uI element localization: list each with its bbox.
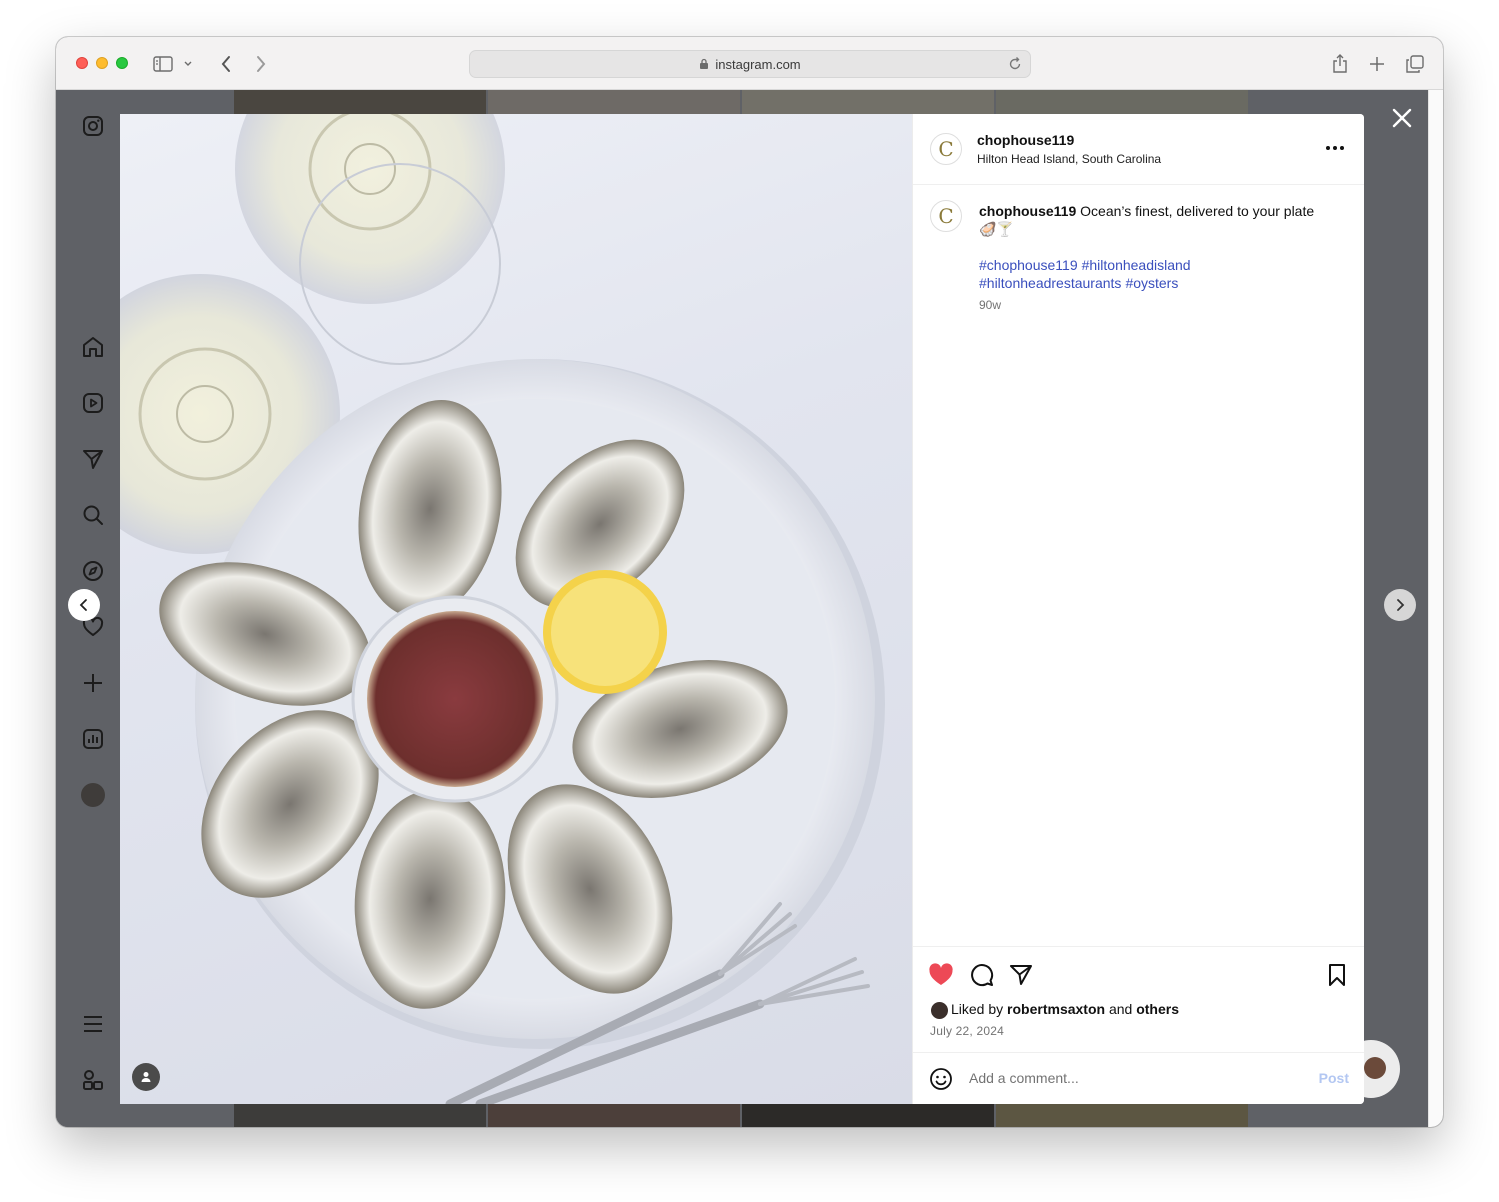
insights-icon[interactable] [80,726,106,752]
post-age[interactable]: 90w [979,298,1001,312]
hashtag-link[interactable]: #chophouse119 [979,257,1078,273]
tagged-people-icon[interactable] [132,1063,160,1091]
comment-row: Add a comment... Post [913,1052,1364,1104]
close-window-button[interactable] [76,57,88,69]
minimize-window-button[interactable] [96,57,108,69]
hashtag-link[interactable]: #hiltonheadrestaurants [979,275,1121,291]
caption-emoji: 🦪🍸 [979,221,1014,237]
hashtag-link[interactable]: #oysters [1125,275,1178,291]
chevron-down-icon[interactable] [180,51,196,77]
post-location[interactable]: Hilton Head Island, South Carolina [977,152,1161,166]
caption-text: Ocean’s finest, delivered to your plate [1080,203,1315,219]
hashtag-link[interactable]: #hiltonheadisland [1082,257,1191,273]
more-apps-icon[interactable] [80,1067,106,1093]
background-post-tile [488,90,740,114]
post-actions: Liked by robertmsaxton and others July 2… [913,946,1364,1104]
caption-author-avatar[interactable]: C [930,200,962,232]
explore-icon[interactable] [80,558,106,584]
reload-icon[interactable] [1008,56,1022,72]
browser-titlebar: instagram.com [56,37,1443,90]
likes-summary: Liked by robertmsaxton and others [951,1001,1179,1017]
profile-avatar[interactable] [80,782,106,808]
forward-icon[interactable] [248,51,274,77]
post-caption: chophouse119 Ocean’s finest, delivered t… [979,202,1339,238]
chevron-left-icon [79,599,87,611]
emoji-smiley-icon[interactable] [929,1067,953,1091]
browser-window: instagram.com C chophouse119 Hilton Head… [56,37,1443,1127]
post-date[interactable]: July 22, 2024 [930,1024,1004,1038]
like-heart-icon[interactable] [927,961,955,989]
previous-post-button[interactable] [68,589,100,621]
lock-icon [700,58,709,69]
zoom-window-button[interactable] [116,57,128,69]
post-photo [120,114,912,1104]
likes-others-link[interactable]: others [1136,1001,1179,1017]
next-post-button[interactable] [1384,589,1416,621]
save-bookmark-icon[interactable] [1323,961,1351,989]
avatar-letter: C [938,137,954,161]
likes-prefix: Liked by [951,1001,1004,1017]
page-scrollbar[interactable] [1428,90,1443,1127]
home-icon[interactable] [80,334,106,360]
post-hashtags: #chophouse119 #hiltonheadisland #hiltonhe… [979,256,1339,292]
instagram-logo-icon[interactable] [80,113,106,139]
instagram-page: C chophouse119 Hilton Head Island, South… [56,90,1428,1127]
post-details-panel: C chophouse119 Hilton Head Island, South… [912,114,1364,1104]
post-header: C chophouse119 Hilton Head Island, South… [913,114,1364,185]
background-post-tile [742,90,994,114]
author-avatar[interactable]: C [930,133,962,165]
share-icon[interactable] [1327,51,1353,77]
new-tab-icon[interactable] [1364,51,1390,77]
more-options-icon[interactable] [1323,138,1347,158]
url-text: instagram.com [715,56,801,72]
tab-overview-icon[interactable] [1402,51,1428,77]
post-modal: C chophouse119 Hilton Head Island, South… [120,114,1364,1104]
liker-avatar[interactable] [930,1001,949,1020]
close-modal-icon[interactable] [1390,106,1414,130]
direct-messages-icon[interactable] [80,446,106,472]
menu-icon[interactable] [80,1011,106,1037]
background-post-tile [742,1104,994,1127]
comment-icon[interactable] [968,961,996,989]
create-plus-icon[interactable] [80,670,106,696]
caption-username[interactable]: chophouse119 [979,203,1076,219]
likes-and: and [1108,1001,1133,1017]
address-bar[interactable]: instagram.com [469,50,1031,78]
avatar-letter: C [938,204,954,228]
background-post-tile [996,1104,1248,1127]
liker-username[interactable]: robertmsaxton [1007,1001,1105,1017]
background-post-tile [234,1104,486,1127]
chevron-right-icon [1397,599,1405,611]
background-post-tile [234,90,486,114]
back-icon[interactable] [213,51,239,77]
post-comment-button[interactable]: Post [1319,1070,1349,1086]
share-post-icon[interactable] [1007,961,1035,989]
background-post-tile [488,1104,740,1127]
sidebar-toggle-icon[interactable] [150,51,176,77]
reels-icon[interactable] [80,390,106,416]
author-username[interactable]: chophouse119 [977,132,1074,148]
search-icon[interactable] [80,502,106,528]
comment-input[interactable]: Add a comment... [969,1070,1079,1086]
background-post-tile [996,90,1248,114]
